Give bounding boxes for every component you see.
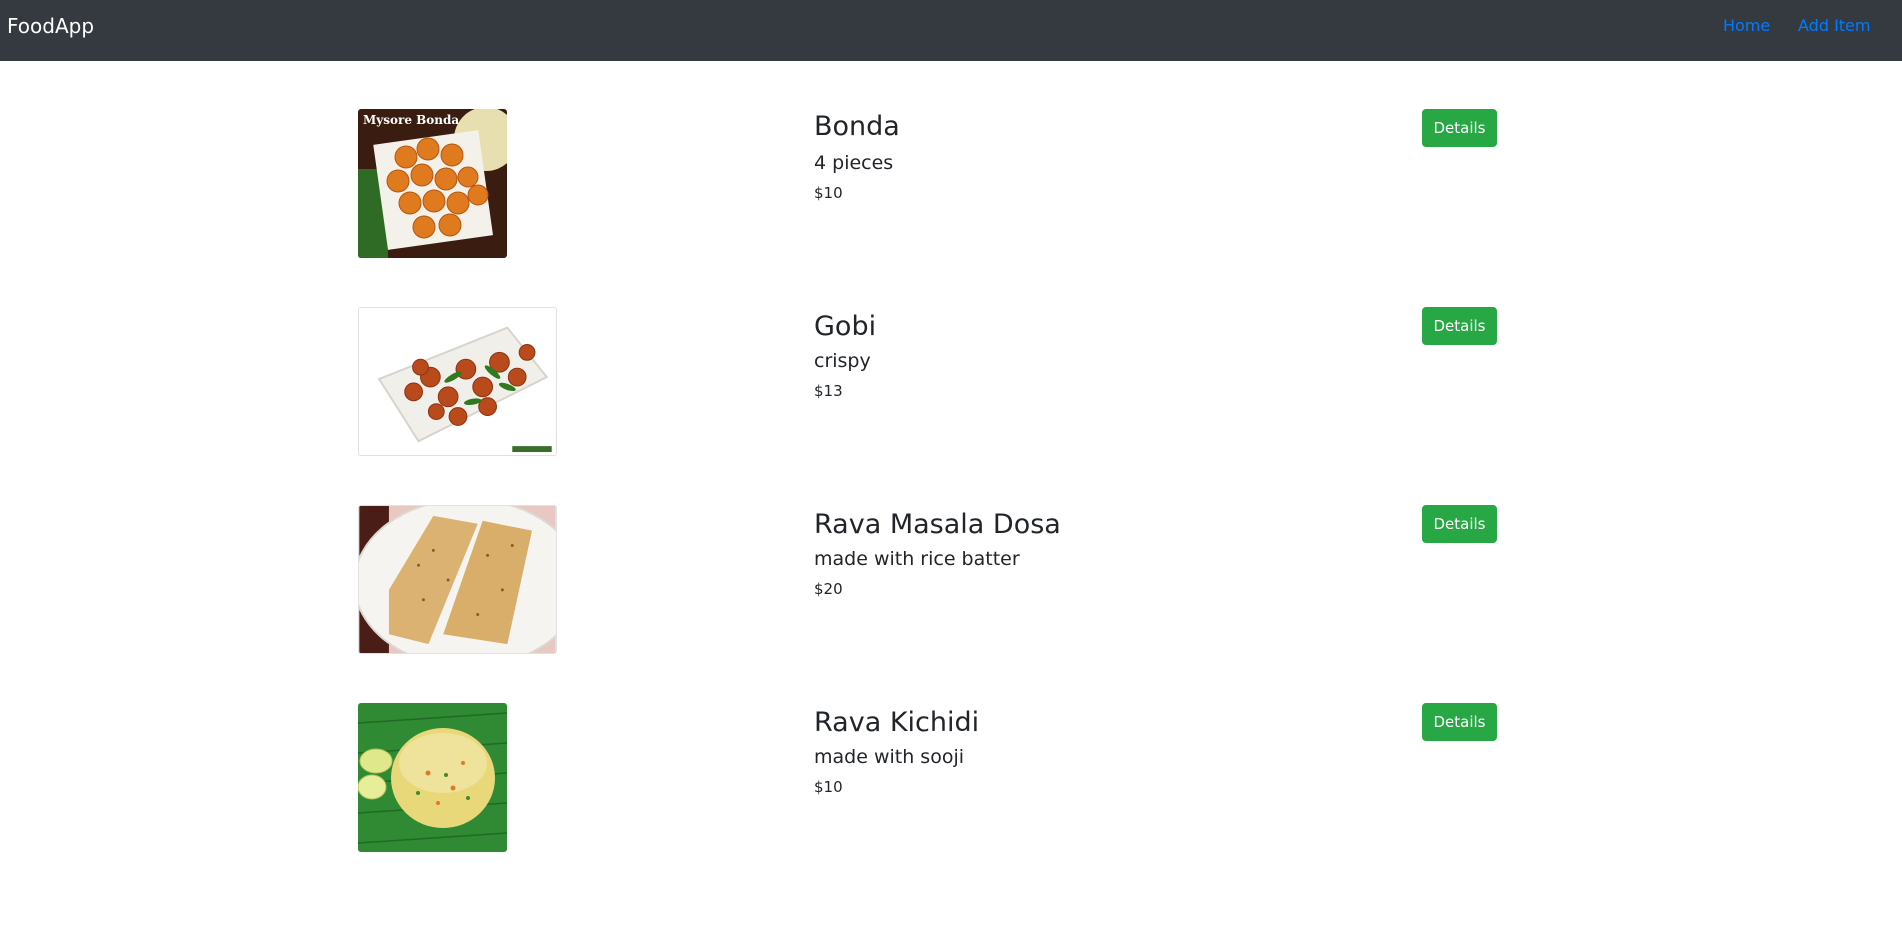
- food-price: $10: [814, 778, 843, 796]
- food-name: Gobi: [814, 311, 877, 342]
- food-price: $10: [814, 184, 843, 202]
- food-image-rava-kichidi: [358, 703, 507, 852]
- food-list-item: Gobi crispy $13 Details: [358, 307, 1498, 457]
- food-description: crispy: [814, 350, 871, 372]
- nav-link-add-item[interactable]: Add Item: [1798, 16, 1870, 36]
- image-caption: Mysore Bonda: [363, 113, 459, 127]
- food-list-item: Mysore Bonda Bonda 4 pieces $10 Details: [358, 109, 1498, 259]
- food-description: 4 pieces: [814, 152, 894, 174]
- food-price: $20: [814, 580, 843, 598]
- nav-link-home[interactable]: Home: [1723, 16, 1770, 36]
- food-image-bonda: Mysore Bonda: [358, 109, 507, 258]
- details-button[interactable]: Details: [1422, 109, 1497, 147]
- food-name: Rava Masala Dosa: [814, 509, 1061, 540]
- food-list-item: Rava Masala Dosa made with rice batter $…: [358, 505, 1498, 655]
- food-list-item: Rava Kichidi made with sooji $10 Details: [358, 703, 1498, 853]
- food-name: Bonda: [814, 111, 900, 142]
- food-price: $13: [814, 382, 843, 400]
- details-button[interactable]: Details: [1422, 703, 1497, 741]
- food-image-rava-masala-dosa: [358, 505, 557, 654]
- food-name: Rava Kichidi: [814, 707, 980, 738]
- food-description: made with sooji: [814, 746, 964, 768]
- details-button[interactable]: Details: [1422, 505, 1497, 543]
- food-description: made with rice batter: [814, 548, 1020, 570]
- details-button[interactable]: Details: [1422, 307, 1497, 345]
- brand-link[interactable]: FoodApp: [7, 13, 94, 39]
- top-navbar: FoodApp Home Add Item: [0, 0, 1902, 61]
- food-image-gobi: [358, 307, 557, 456]
